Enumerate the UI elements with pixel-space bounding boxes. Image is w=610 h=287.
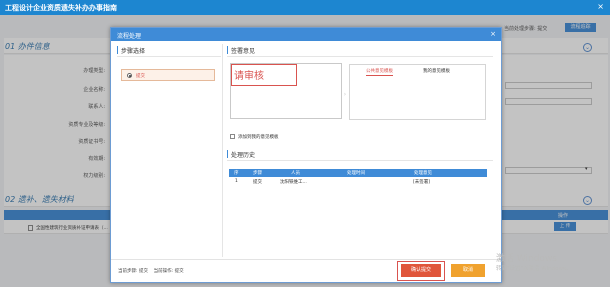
row-step: 提交	[253, 180, 262, 185]
dialog-header: 流程处理 ×	[111, 28, 501, 41]
watermark-line1: 激活 Windows	[496, 254, 558, 264]
row-person: 沈阳铁维工...	[280, 180, 307, 185]
opinion-title-bar	[227, 46, 228, 54]
history-title-bar	[227, 150, 228, 158]
col-opinion: 处理意见	[414, 171, 432, 176]
add-template-checkbox[interactable]	[230, 134, 235, 139]
row-opinion: [未签署]	[413, 180, 431, 185]
step-radio[interactable]	[127, 73, 132, 78]
history-divider	[227, 160, 493, 161]
column-divider	[222, 44, 223, 257]
history-title: 处理历史	[231, 152, 256, 159]
step-title-bar	[117, 46, 118, 54]
col-no: 序	[234, 171, 239, 176]
step-divider	[117, 56, 221, 57]
add-template-label: 添加到我的意见模板	[238, 135, 279, 140]
tab-my-templates[interactable]: 我的意见模板	[423, 68, 450, 74]
window-titlebar: 工程设计企业资质遗失补办办事指南 ×	[0, 0, 610, 15]
step-option-label: 提交	[136, 74, 145, 79]
collapse-arrow-icon[interactable]: ›	[342, 91, 348, 103]
history-table-header: 序 步骤 人员 处理时间 处理意见	[229, 169, 487, 177]
row-no: 1	[235, 179, 238, 184]
col-time: 处理时间	[347, 171, 365, 176]
cancel-button[interactable]: 取消	[451, 264, 485, 277]
confirm-submit-button[interactable]: 确认提交	[401, 264, 441, 277]
window-close-icon[interactable]: ×	[597, 2, 604, 11]
opinion-title: 签署意见	[231, 48, 256, 55]
tab-public-templates[interactable]: 公共意见模板	[366, 68, 393, 76]
dialog-close-icon[interactable]: ×	[490, 30, 496, 38]
process-dialog: 流程处理 × 步骤选择 提交 签署意见 请审核 › 公共意见模板 我的意见模板 …	[110, 27, 502, 283]
step-option-submit[interactable]: 提交	[121, 69, 215, 81]
footer-divider	[111, 259, 501, 260]
window-title: 工程设计企业资质遗失补办办事指南	[5, 4, 117, 12]
step-select-title: 步骤选择	[121, 48, 146, 55]
col-step: 步骤	[253, 171, 262, 176]
watermark-line2: 转到"设置"以激活 Windows。	[496, 266, 572, 272]
col-person: 人员	[291, 171, 300, 176]
opinion-text[interactable]: 请审核	[234, 67, 264, 82]
footer-status: 当前步骤: 提交 当前操作: 提交	[118, 269, 184, 274]
dialog-title: 流程处理	[117, 33, 142, 40]
opinion-divider	[227, 56, 493, 57]
history-row: 1 提交 沈阳铁维工... [未签署]	[229, 178, 487, 186]
